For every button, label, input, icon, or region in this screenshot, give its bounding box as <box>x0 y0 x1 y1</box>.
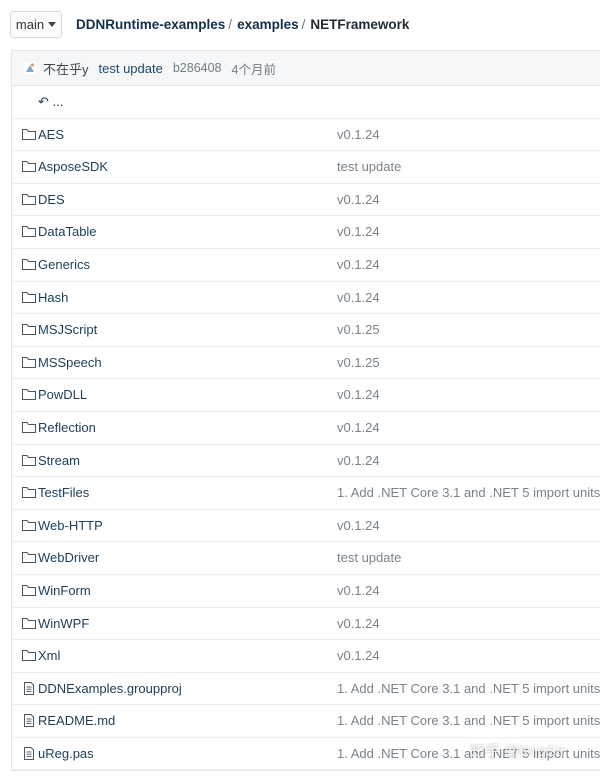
folder-icon <box>22 388 36 401</box>
last-commit-message[interactable]: v0.1.24 <box>337 290 380 305</box>
folder-icon <box>22 128 36 141</box>
folder-name-link[interactable]: Web-HTTP <box>38 518 103 533</box>
file-row[interactable]: README.md 1. Add .NET Core 3.1 and .NET 5… <box>12 705 600 738</box>
folder-name-link[interactable]: TestFiles <box>38 485 89 500</box>
folder-row[interactable]: Xml v0.1.24 <box>12 640 600 673</box>
last-commit-message[interactable]: v0.1.24 <box>337 616 380 631</box>
folder-row[interactable]: DataTable v0.1.24 <box>12 216 600 249</box>
folder-icon <box>22 584 36 597</box>
latest-commit-bar: 不在乎y test update b286408 4个月前 <box>12 51 600 86</box>
last-commit-message[interactable]: v0.1.24 <box>337 420 380 435</box>
watermark: 知乎 @KngStr <box>470 743 566 760</box>
commit-author[interactable]: 不在乎y <box>43 59 89 78</box>
folder-name-link[interactable]: Hash <box>38 290 68 305</box>
last-commit-message[interactable]: 1. Add .NET Core 3.1 and .NET 5 import u… <box>337 713 600 728</box>
last-commit-message[interactable]: v0.1.24 <box>337 648 380 663</box>
file-icon <box>22 681 36 695</box>
folder-row[interactable]: Stream v0.1.24 <box>12 445 600 478</box>
folder-icon <box>22 421 36 434</box>
caret-down-icon <box>48 22 57 27</box>
folder-row[interactable]: Web-HTTP v0.1.24 <box>12 510 600 543</box>
branch-label: main <box>15 17 45 32</box>
breadcrumb-repo-link[interactable]: DDNRuntime-examples <box>76 17 225 32</box>
folder-icon <box>22 160 36 173</box>
folder-name-link[interactable]: WinWPF <box>38 616 89 631</box>
reply-arrow-icon: ↶ <box>38 94 49 109</box>
last-commit-message[interactable]: 1. Add .NET Core 3.1 and .NET 5 import u… <box>337 485 600 500</box>
folder-name-link[interactable]: WinForm <box>38 583 91 598</box>
folder-icon <box>22 323 36 336</box>
folder-name-link[interactable]: DES <box>38 192 65 207</box>
folder-icon <box>22 258 36 271</box>
folder-name-link[interactable]: MSSpeech <box>38 355 102 370</box>
folder-row[interactable]: TestFiles 1. Add .NET Core 3.1 and .NET 5… <box>12 477 600 510</box>
file-list-panel: 不在乎y test update b286408 4个月前 ↶ ... AES v… <box>11 50 600 771</box>
folder-name-link[interactable]: Reflection <box>38 420 96 435</box>
breadcrumb-examples-link[interactable]: examples <box>237 17 299 32</box>
folder-icon <box>22 649 36 662</box>
folder-row[interactable]: MSSpeech v0.1.25 <box>12 347 600 380</box>
last-commit-message[interactable]: v0.1.24 <box>337 224 380 239</box>
last-commit-message[interactable]: v0.1.24 <box>337 127 380 142</box>
branch-selector-button[interactable]: main <box>10 11 62 38</box>
folder-icon <box>22 519 36 532</box>
parent-directory-link[interactable]: ↶ ... <box>38 94 63 110</box>
commit-message-link[interactable]: test update <box>99 61 163 76</box>
last-commit-message[interactable]: v0.1.25 <box>337 322 380 337</box>
file-row[interactable]: DDNExamples.groupproj 1. Add .NET Core 3.… <box>12 673 600 706</box>
folder-icon <box>22 617 36 630</box>
breadcrumb: DDNRuntime-examples / examples / NETFramewor… <box>76 17 410 32</box>
folder-name-link[interactable]: Generics <box>38 257 90 272</box>
folder-row[interactable]: WinWPF v0.1.24 <box>12 608 600 641</box>
last-commit-message[interactable]: v0.1.24 <box>337 387 380 402</box>
file-rows: AES v0.1.24 AsposeSDK test update DES v0.1.24… <box>12 119 600 771</box>
folder-name-link[interactable]: WebDriver <box>38 550 99 565</box>
commit-time: 4个月前 <box>231 62 276 77</box>
last-commit-message[interactable]: test update <box>337 159 401 174</box>
folder-icon <box>22 356 36 369</box>
breadcrumb-current: NETFramework <box>310 17 410 32</box>
folder-name-link[interactable]: Xml <box>38 648 60 663</box>
folder-name-link[interactable]: AES <box>38 127 64 142</box>
file-name-link[interactable]: DDNExamples.groupproj <box>38 681 182 696</box>
commit-sha[interactable]: b286408 <box>173 61 222 75</box>
folder-row[interactable]: AsposeSDK test update <box>12 151 600 184</box>
folder-icon <box>22 193 36 206</box>
last-commit-message[interactable]: v0.1.25 <box>337 355 380 370</box>
folder-row[interactable]: Reflection v0.1.24 <box>12 412 600 445</box>
folder-row[interactable]: DES v0.1.24 <box>12 184 600 217</box>
file-name-link[interactable]: README.md <box>38 713 115 728</box>
folder-icon <box>22 291 36 304</box>
folder-row[interactable]: WinForm v0.1.24 <box>12 575 600 608</box>
last-commit-message[interactable]: v0.1.24 <box>337 257 380 272</box>
repo-header: main DDNRuntime-examples / examples / NETFra… <box>0 0 600 50</box>
parent-directory-label: ... <box>52 94 64 109</box>
file-icon <box>22 746 36 760</box>
folder-row[interactable]: Hash v0.1.24 <box>12 282 600 315</box>
folder-name-link[interactable]: DataTable <box>38 224 97 239</box>
last-commit-message[interactable]: v0.1.24 <box>337 453 380 468</box>
last-commit-message[interactable]: 1. Add .NET Core 3.1 and .NET 5 import u… <box>337 681 600 696</box>
parent-directory-row[interactable]: ↶ ... <box>12 86 600 119</box>
avatar[interactable] <box>24 62 36 74</box>
folder-icon <box>22 454 36 467</box>
last-commit-message[interactable]: v0.1.24 <box>337 583 380 598</box>
folder-name-link[interactable]: AsposeSDK <box>38 159 108 174</box>
folder-name-link[interactable]: PowDLL <box>38 387 87 402</box>
folder-name-link[interactable]: MSJScript <box>38 322 97 337</box>
folder-row[interactable]: Generics v0.1.24 <box>12 249 600 282</box>
folder-row[interactable]: PowDLL v0.1.24 <box>12 379 600 412</box>
folder-icon <box>22 551 36 564</box>
file-icon <box>22 714 36 728</box>
folder-icon <box>22 486 36 499</box>
folder-name-link[interactable]: Stream <box>38 453 80 468</box>
file-name-link[interactable]: uReg.pas <box>38 746 94 761</box>
folder-row[interactable]: WebDriver test update <box>12 542 600 575</box>
last-commit-message[interactable]: v0.1.24 <box>337 192 380 207</box>
folder-icon <box>22 225 36 238</box>
folder-row[interactable]: MSJScript v0.1.25 <box>12 314 600 347</box>
last-commit-message[interactable]: test update <box>337 550 401 565</box>
last-commit-message[interactable]: v0.1.24 <box>337 518 380 533</box>
folder-row[interactable]: AES v0.1.24 <box>12 119 600 152</box>
